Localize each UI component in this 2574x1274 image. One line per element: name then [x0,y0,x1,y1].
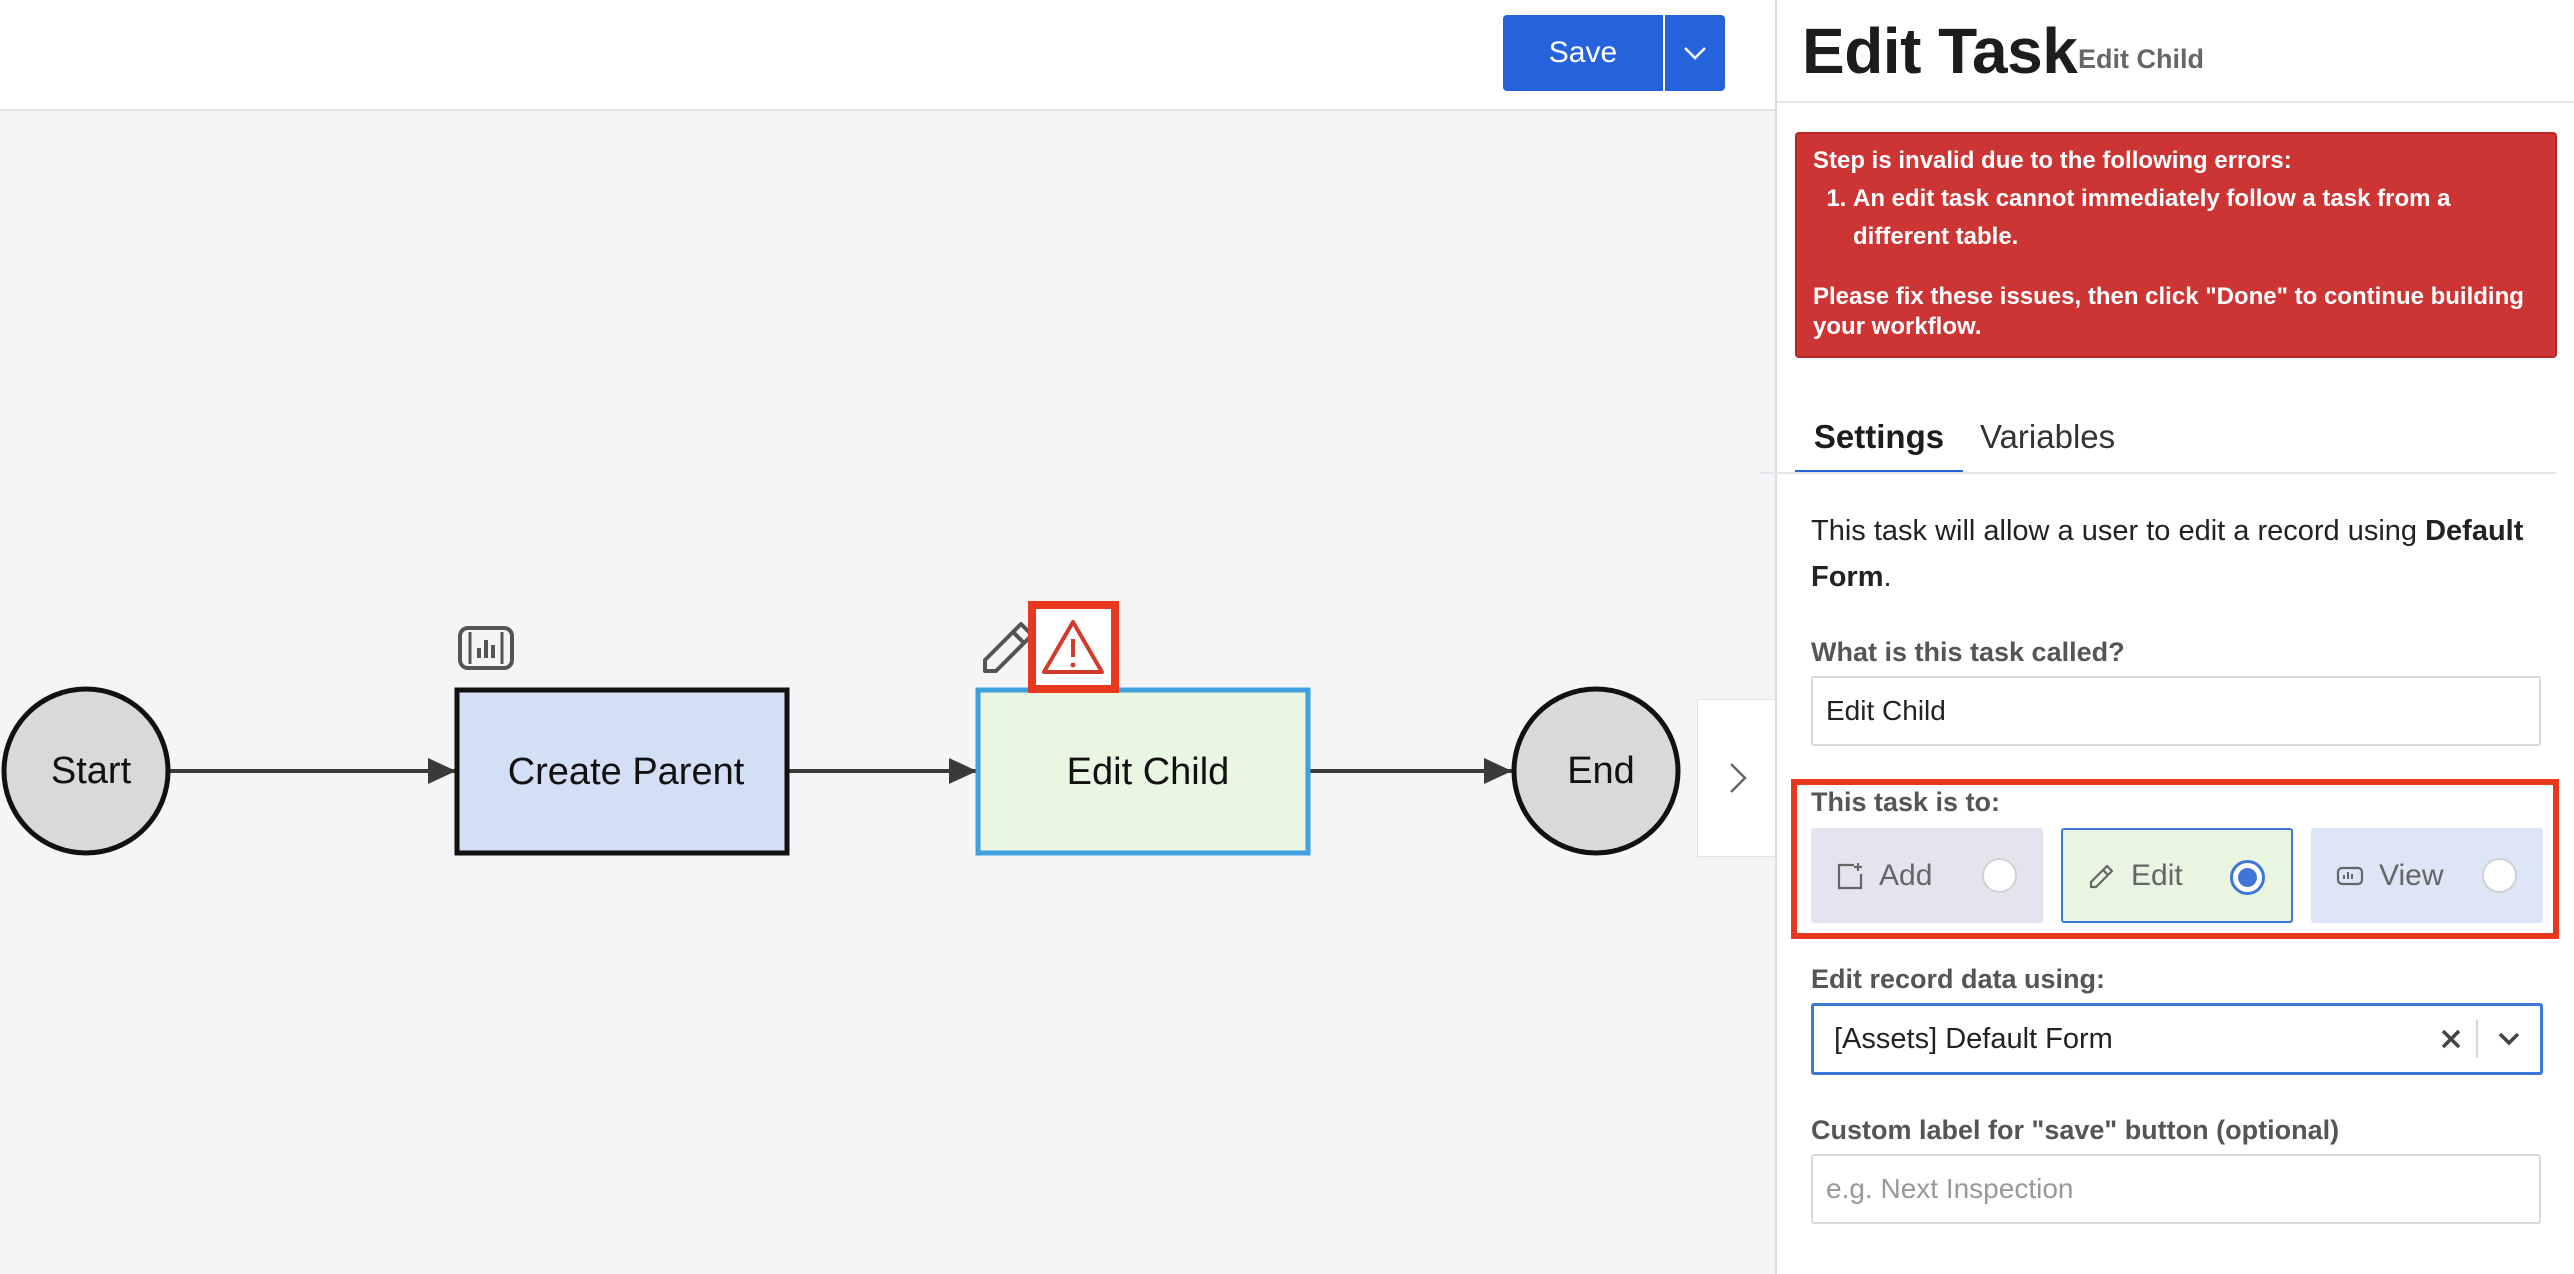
radio-selected-dot [2238,868,2257,887]
panel-title: Edit Task [1802,15,2078,87]
chevron-right-icon [1729,763,1747,793]
task-type-view-label: View [2379,858,2444,892]
record-form-select-value: [Assets] Default Form [1834,1022,2113,1055]
view-record-icon [2335,861,2365,891]
save-button-label-input[interactable]: e.g. Next Inspection [1811,1154,2541,1224]
panel-header: Edit Task Edit Child [1777,0,2574,103]
task-type-add-label: Add [1879,858,1933,892]
error-footer: Please fix these issues, then click "Don… [1813,283,2524,340]
error-list: An edit task cannot immediately follow a… [1853,180,2539,256]
pencil-icon [983,622,1034,673]
task-name-input[interactable]: Edit Child [1811,676,2541,746]
end-node-label: End [1567,750,1635,792]
warning-icon[interactable] [1028,601,1119,693]
save-button-label-label: Custom label for "save" button (optional… [1811,1115,2340,1145]
edit-task-panel: Edit Task Edit Child Step is invalid due… [1759,0,2574,1274]
start-node-label: Start [51,750,132,792]
task-type-add-option[interactable]: Add [1811,828,2043,923]
record-form-select[interactable]: [Assets] Default Form [1811,1003,2543,1075]
error-heading: Step is invalid due to the following err… [1813,147,2292,174]
create-parent-node-label: Create Parent [508,751,745,793]
tabs-divider [1759,472,2556,474]
create-parent-node[interactable]: Create Parent [454,687,790,856]
task-name-label: What is this task called? [1811,637,2125,667]
tab-settings[interactable]: Settings [1795,412,1963,474]
task-type-edit-label: Edit [2131,858,2183,892]
tab-variables[interactable]: Variables [1980,412,2130,474]
task-type-edit-option[interactable]: Edit [2061,828,2293,923]
task-type-edit-radio[interactable] [2230,860,2265,895]
task-description: This task will allow a user to edit a re… [1811,508,2561,600]
edit-child-node-label: Edit Child [1067,751,1230,793]
edit-child-node[interactable]: Edit Child [975,687,1311,856]
panel-subtitle: Edit Child [2078,44,2204,74]
task-type-view-option[interactable]: View [2311,828,2543,923]
end-node[interactable]: End [1511,686,1681,856]
error-item: An edit task cannot immediately follow a… [1853,180,2539,256]
task-type-view-radio[interactable] [2482,858,2517,893]
description-suffix: . [1883,561,1892,593]
description-prefix: This task will allow a user to edit a re… [1811,515,2426,547]
add-record-icon [1835,861,1865,891]
record-data-label: Edit record data using: [1811,964,2106,994]
workflow-canvas[interactable]: Save Start Create Parent Edit Child End [0,0,1777,1274]
start-node[interactable]: Start [1,686,171,856]
clear-icon[interactable] [2436,1024,2466,1054]
workflow-diagram: Start Create Parent Edit Child End [1,601,1681,856]
task-type-label: This task is to: [1811,787,2001,817]
create-task-icon [458,626,514,670]
select-separator [2476,1020,2478,1058]
validation-error-alert: Step is invalid due to the following err… [1795,132,2557,358]
panel-tabs: Settings Variables [1795,412,2574,474]
panel-toggle-button[interactable] [1697,699,1777,857]
chevron-down-icon[interactable] [2492,1024,2526,1054]
task-type-add-radio[interactable] [1982,858,2017,893]
pencil-icon [2087,861,2117,891]
